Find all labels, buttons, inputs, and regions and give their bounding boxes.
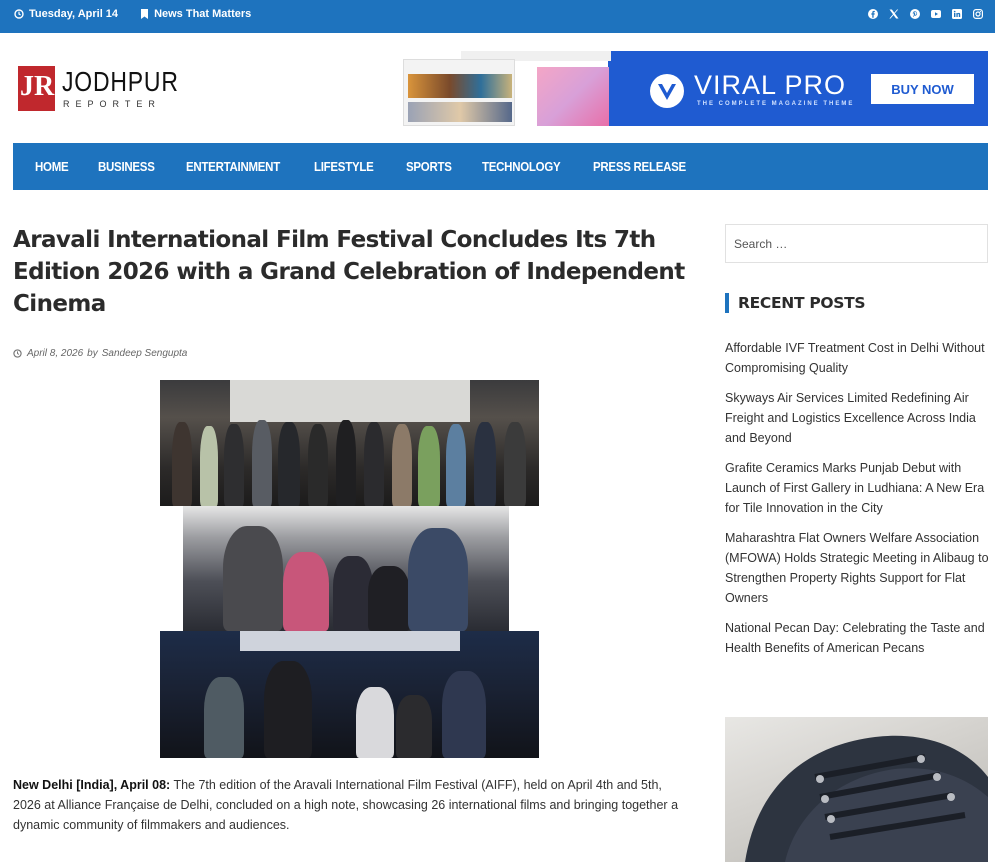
article-photo-winner — [160, 631, 539, 758]
current-date: Tuesday, April 14 — [29, 8, 119, 20]
photo-person — [408, 528, 468, 631]
clock-icon — [14, 9, 24, 19]
nav-item-press-release[interactable]: PRESS RELEASE — [593, 160, 686, 174]
nav-item-business[interactable]: BUSINESS — [98, 160, 155, 174]
recent-post-link[interactable]: Maharashtra Flat Owners Welfare Associat… — [725, 531, 989, 605]
photo-person — [396, 695, 432, 758]
nav-item-sports[interactable]: SPORTS — [406, 160, 452, 174]
top-bar-left: Tuesday, April 14 News That Matters — [14, 8, 273, 20]
photo-person — [172, 422, 192, 506]
photo-screen — [240, 631, 460, 651]
photo-person — [264, 661, 312, 758]
photo-person — [200, 426, 218, 506]
photo-person — [446, 424, 466, 506]
article-photo-award — [183, 506, 509, 631]
photo-person — [418, 426, 440, 506]
sneaker-image — [745, 735, 988, 862]
photo-person — [223, 526, 283, 631]
photo-person — [252, 420, 272, 506]
ad-screenshot-grid — [408, 102, 512, 122]
header-ad-banner[interactable]: VIRAL PRO THE COMPLETE MAGAZINE THEME BU… — [381, 51, 988, 126]
tagline-text: News That Matters — [154, 8, 252, 20]
main-navigation: HOME BUSINESS ENTERTAINMENT LIFESTYLE SP… — [13, 143, 988, 190]
logo-subtitle: REPORTER — [63, 99, 161, 109]
social-links — [857, 9, 983, 19]
top-bar-tagline[interactable]: News That Matters — [140, 8, 251, 20]
recent-post-link[interactable]: Skyways Air Services Limited Redefining … — [725, 391, 976, 445]
facebook-icon[interactable] — [868, 9, 878, 19]
nav-item-entertainment[interactable]: ENTERTAINMENT — [186, 160, 280, 174]
list-item: Affordable IVF Treatment Cost in Delhi W… — [725, 338, 990, 378]
logo-name: JODHPUR — [62, 66, 179, 97]
list-item: Maharashtra Flat Owners Welfare Associat… — [725, 528, 990, 608]
article-lead-paragraph: New Delhi [India], April 08: The 7th edi… — [13, 775, 683, 835]
nav-item-lifestyle[interactable]: LIFESTYLE — [314, 160, 374, 174]
article-by: by — [87, 348, 98, 359]
instagram-icon[interactable] — [973, 9, 983, 19]
photo-person — [283, 552, 329, 631]
article-dateline: New Delhi [India], April 08: — [13, 778, 171, 792]
photo-person — [356, 687, 394, 758]
list-item: Skyways Air Services Limited Redefining … — [725, 388, 990, 448]
ad-screenshot-hero — [408, 74, 512, 98]
ad-screenshot-1 — [403, 59, 515, 126]
logo-mark: JR — [18, 66, 55, 111]
top-bar-date: Tuesday, April 14 — [14, 8, 118, 20]
ad-title: VIRAL PRO — [694, 70, 847, 100]
youtube-icon[interactable] — [931, 9, 941, 19]
recent-posts-list: Affordable IVF Treatment Cost in Delhi W… — [725, 338, 990, 668]
list-item: Grafite Ceramics Marks Punjab Debut with… — [725, 458, 990, 518]
article-date[interactable]: April 8, 2026 — [27, 348, 83, 359]
recent-post-link[interactable]: Affordable IVF Treatment Cost in Delhi W… — [725, 341, 985, 375]
photo-person — [278, 422, 300, 506]
site-logo[interactable]: JR JODHPUR REPORTER — [18, 66, 178, 112]
photo-person — [308, 424, 328, 506]
sidebar-ad-image[interactable] — [725, 717, 988, 862]
recent-post-link[interactable]: National Pecan Day: Celebrating the Tast… — [725, 621, 985, 655]
ad-screenshot-2 — [537, 67, 609, 126]
ad-subtitle: THE COMPLETE MAGAZINE THEME — [697, 101, 855, 107]
bookmark-icon — [141, 9, 149, 19]
photo-person — [204, 677, 244, 758]
photo-person — [333, 556, 373, 631]
recent-post-link[interactable]: Grafite Ceramics Marks Punjab Debut with… — [725, 461, 984, 515]
article-photo-group — [160, 380, 539, 506]
photo-person — [364, 422, 384, 506]
list-item: National Pecan Day: Celebrating the Tast… — [725, 618, 990, 658]
photo-person — [442, 671, 486, 758]
article-author[interactable]: Sandeep Sengupta — [102, 348, 188, 359]
article-title: Aravali International Film Festival Conc… — [13, 227, 685, 317]
photo-person — [224, 424, 244, 506]
pinterest-icon[interactable] — [910, 9, 920, 19]
logo-mark-text: JR — [20, 71, 55, 102]
photo-person — [474, 422, 496, 506]
photo-person — [368, 566, 410, 631]
nav-item-technology[interactable]: TECHNOLOGY — [482, 160, 561, 174]
search-input[interactable] — [725, 224, 988, 263]
viral-pro-logo-icon — [650, 74, 684, 108]
buy-now-button[interactable]: BUY NOW — [871, 74, 974, 104]
top-bar: Tuesday, April 14 News That Matters — [0, 0, 995, 33]
photo-person — [392, 424, 412, 506]
photo-person — [504, 422, 526, 506]
photo-screen — [230, 380, 470, 422]
article-meta: April 8, 2026 by Sandeep Sengupta — [13, 348, 191, 359]
photo-person — [336, 420, 356, 506]
linkedin-icon[interactable] — [952, 9, 962, 19]
x-icon[interactable] — [889, 9, 899, 19]
clock-icon — [13, 349, 22, 358]
nav-item-home[interactable]: HOME — [35, 160, 69, 174]
recent-posts-heading: RECENT POSTS — [725, 293, 866, 313]
ad-theme-screenshots — [381, 51, 611, 126]
